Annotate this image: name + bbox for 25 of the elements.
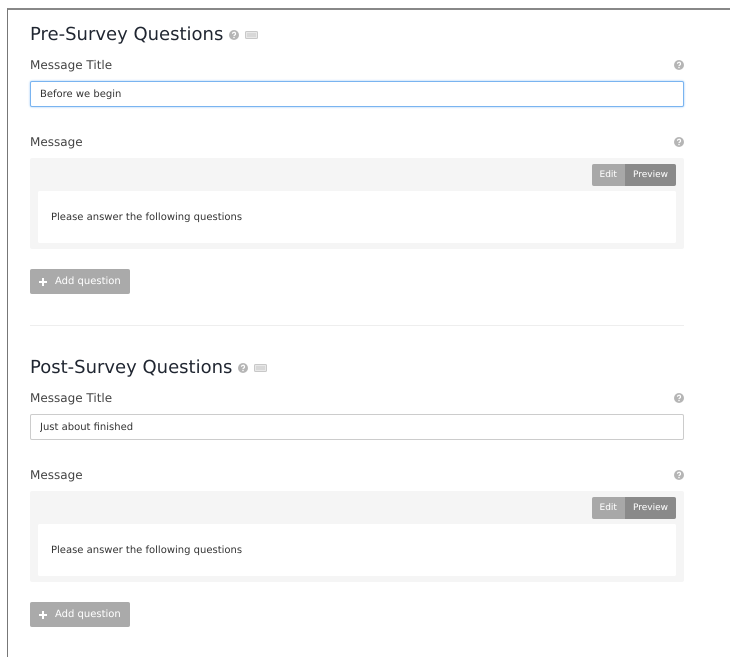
input-field[interactable]: Before we begin <box>30 81 684 107</box>
help-icon[interactable] <box>674 470 684 480</box>
help-icon[interactable] <box>229 30 240 40</box>
plus-icon <box>39 278 47 286</box>
field-label: Message Title <box>30 391 112 405</box>
mode-tab[interactable]: Preview <box>624 497 676 519</box>
field-label: Message <box>30 135 83 149</box>
add-question-button[interactable]: Add question <box>30 602 130 627</box>
help-icon[interactable] <box>674 137 684 147</box>
section-title: Post-Survey Questions <box>30 357 232 378</box>
mode-tab[interactable]: Edit <box>592 164 625 186</box>
help-icon[interactable] <box>674 60 684 70</box>
field-label: Message Title <box>30 58 112 72</box>
field-label: Message <box>30 468 83 482</box>
message-body[interactable]: Please answer the following questions <box>38 524 676 576</box>
mode-tab[interactable]: Edit <box>592 497 625 519</box>
mode-tab[interactable]: Preview <box>624 164 676 186</box>
help-icon[interactable] <box>238 362 248 372</box>
keyboard-icon[interactable] <box>245 30 258 38</box>
plus-icon <box>39 610 47 618</box>
section-title: Pre-Survey Questions <box>30 24 224 45</box>
help-icon[interactable] <box>674 393 684 403</box>
message-body[interactable]: Please answer the following questions <box>38 191 676 243</box>
keyboard-icon[interactable] <box>254 364 268 372</box>
add-question-button[interactable]: Add question <box>30 269 130 294</box>
